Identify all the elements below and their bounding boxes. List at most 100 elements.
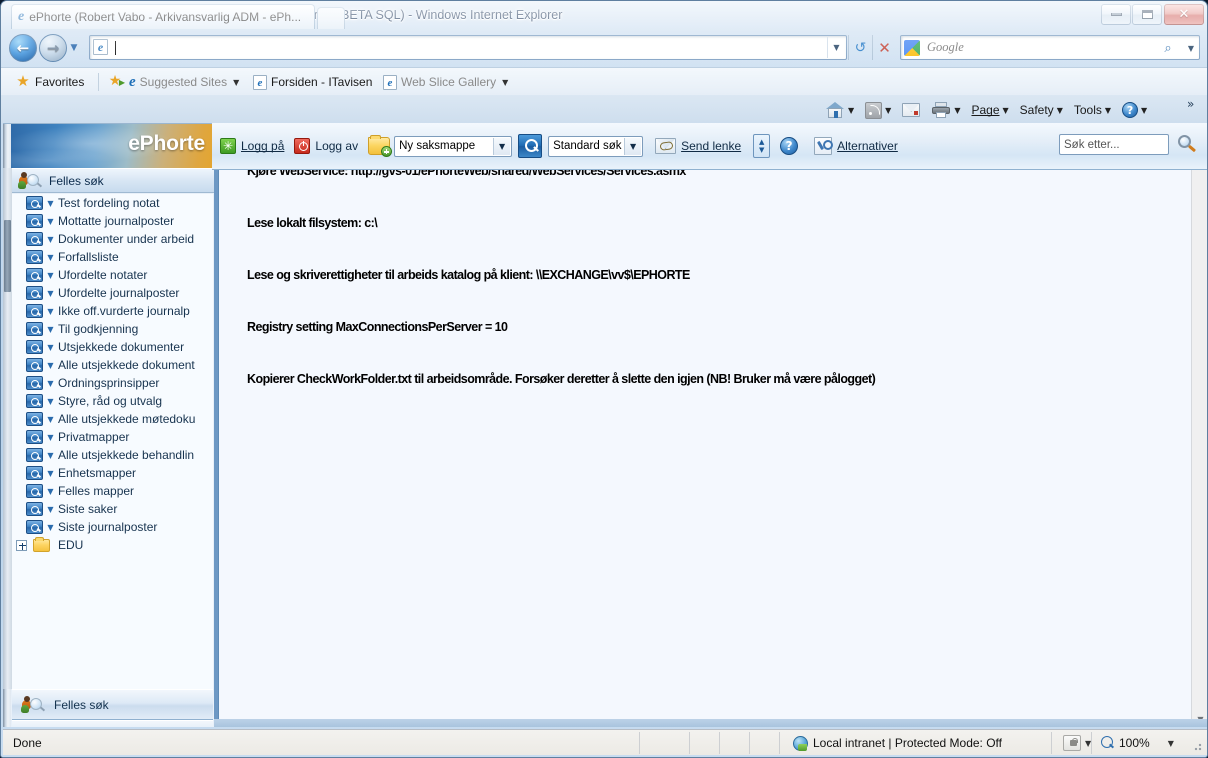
- search-button[interactable]: [518, 134, 543, 158]
- ephorte-search-input[interactable]: Søk etter...: [1059, 134, 1169, 155]
- search-node-icon[interactable]: [26, 214, 43, 228]
- tree-item[interactable]: ▼ Til godkjenning: [12, 320, 213, 338]
- tree-item[interactable]: ▼ Styre, råd og utvalg: [12, 392, 213, 410]
- help-menu[interactable]: ? ▼: [1118, 98, 1151, 122]
- safety-menu[interactable]: Safety ▼: [1016, 98, 1067, 122]
- minimize-button[interactable]: [1101, 4, 1131, 25]
- chevron-down-icon[interactable]: ▼: [46, 451, 55, 460]
- tree-item[interactable]: ▼ Utsjekkede dokumenter: [12, 338, 213, 356]
- tree-item[interactable]: ▼ Alle utsjekkede dokument: [12, 356, 213, 374]
- tree-item[interactable]: ▼ Alle utsjekkede møtedoku: [12, 410, 213, 428]
- search-input[interactable]: [925, 36, 1155, 59]
- tree-item[interactable]: ▼ Siste saker: [12, 500, 213, 518]
- forward-button[interactable]: →: [39, 34, 67, 62]
- send-lenke-button[interactable]: Send lenke: [653, 133, 749, 159]
- chevron-down-icon[interactable]: ▼: [46, 307, 55, 316]
- search-node-icon[interactable]: [26, 376, 43, 390]
- chevron-up-icon[interactable]: ▲: [759, 139, 764, 146]
- page-menu[interactable]: Page ▼: [967, 98, 1012, 122]
- tree-item[interactable]: ▼ Mottatte journalposter: [12, 212, 213, 230]
- stop-button[interactable]: ✕: [872, 35, 896, 60]
- tab-ephorte[interactable]: e ePhorte (Robert Vabo - Arkivansvarlig …: [11, 4, 315, 29]
- tree-item[interactable]: ▼ Siste journalposter: [12, 518, 213, 536]
- close-button[interactable]: ✕: [1164, 4, 1204, 25]
- search-node-icon[interactable]: [26, 466, 43, 480]
- tools-menu[interactable]: Tools ▼: [1070, 98, 1115, 122]
- tree-item[interactable]: ▼ Ufordelte journalposter: [12, 284, 213, 302]
- search-node-icon[interactable]: [26, 268, 43, 282]
- search-node-icon[interactable]: [26, 520, 43, 534]
- chevron-down-icon[interactable]: ▼: [759, 147, 764, 154]
- maximize-button[interactable]: [1132, 4, 1162, 25]
- chevron-down-icon[interactable]: ▼: [46, 289, 55, 298]
- search-node-icon[interactable]: [26, 484, 43, 498]
- search-node-icon[interactable]: [26, 448, 43, 462]
- search-icon[interactable]: ⌕: [1159, 39, 1177, 57]
- search-provider-dropdown[interactable]: ▼: [1186, 43, 1196, 53]
- magnifier-go-icon[interactable]: [1175, 133, 1197, 155]
- tree-item-edu[interactable]: EDU: [12, 536, 213, 554]
- search-node-icon[interactable]: [26, 286, 43, 300]
- chevron-down-icon[interactable]: ▼: [46, 325, 55, 334]
- favorites-add-to-bar-button[interactable]: ★: [107, 72, 125, 92]
- search-node-icon[interactable]: [26, 232, 43, 246]
- chevron-down-icon[interactable]: ▼: [46, 415, 55, 424]
- chevron-down-icon[interactable]: ▼: [46, 469, 55, 478]
- tree-item[interactable]: ▼ Dokumenter under arbeid: [12, 230, 213, 248]
- address-input[interactable]: [114, 36, 714, 59]
- chevron-down-icon[interactable]: ▼: [46, 487, 55, 496]
- new-folder-type-select[interactable]: Ny saksmappe ▼: [394, 135, 513, 157]
- chevron-down-icon[interactable]: ▼: [46, 271, 55, 280]
- search-node-icon[interactable]: [26, 196, 43, 210]
- help-button[interactable]: ?: [778, 133, 812, 159]
- tree-item[interactable]: ▼ Felles mapper: [12, 482, 213, 500]
- logg-av-button[interactable]: Logg av: [292, 133, 366, 159]
- search-node-icon[interactable]: [26, 502, 43, 516]
- tree-item[interactable]: ▼ Enhetsmapper: [12, 464, 213, 482]
- search-node-icon[interactable]: [26, 412, 43, 426]
- read-mail-button[interactable]: [898, 98, 924, 122]
- new-folder-button[interactable]: [366, 133, 394, 159]
- address-dropdown-button[interactable]: ▼: [827, 37, 845, 58]
- search-type-select[interactable]: Standard søk ▼: [548, 135, 644, 157]
- print-button[interactable]: ▼: [927, 98, 964, 122]
- search-node-icon[interactable]: [26, 394, 43, 408]
- chevron-down-icon[interactable]: ▼: [46, 433, 55, 442]
- chevron-down-icon[interactable]: ▼: [46, 217, 55, 226]
- search-node-icon[interactable]: [26, 322, 43, 336]
- chevron-down-icon[interactable]: ▼: [624, 137, 642, 155]
- tree-item[interactable]: ▼ Forfallsliste: [12, 248, 213, 266]
- tree-item[interactable]: ▼ Ordningsprinsipper: [12, 374, 213, 392]
- chevron-down-icon[interactable]: ▼: [46, 505, 55, 514]
- sidebar-scrollbar-thumb[interactable]: [4, 220, 11, 292]
- alternativer-button[interactable]: Alternativer: [812, 133, 906, 159]
- search-node-icon[interactable]: [26, 250, 43, 264]
- tree-item[interactable]: ▼ Privatmapper: [12, 428, 213, 446]
- privacy-report-button[interactable]: ▼: [1063, 734, 1091, 752]
- search-box[interactable]: ⌕ ▼: [900, 35, 1200, 60]
- scroll-stepper[interactable]: ▲ ▼: [753, 134, 771, 158]
- recent-pages-button[interactable]: ▼: [67, 41, 81, 55]
- chevron-down-icon[interactable]: ▼: [46, 199, 55, 208]
- new-tab-button[interactable]: [317, 7, 345, 29]
- zoom-control[interactable]: 100% ▼: [1101, 735, 1174, 751]
- tree-item[interactable]: ▼ Ikke off.vurderte journalp: [12, 302, 213, 320]
- address-bar[interactable]: e ▼: [89, 35, 847, 60]
- chevron-down-icon[interactable]: ▼: [46, 253, 55, 262]
- fav-forsiden-itavisen[interactable]: e Forsiden - ITavisen: [253, 72, 372, 92]
- chevron-down-icon[interactable]: ▼: [46, 379, 55, 388]
- tree-item[interactable]: ▼ Alle utsjekkede behandlin: [12, 446, 213, 464]
- chevron-down-icon[interactable]: ▼: [493, 137, 511, 155]
- tree-item[interactable]: ▼ Ufordelte notater: [12, 266, 213, 284]
- chevron-down-icon[interactable]: ▼: [46, 235, 55, 244]
- search-node-icon[interactable]: [26, 304, 43, 318]
- expand-plus-icon[interactable]: [16, 539, 27, 551]
- content-scrollbar[interactable]: ▲ ▼: [1191, 124, 1207, 727]
- favorites-button[interactable]: ★ Favorites: [15, 72, 84, 92]
- search-node-icon[interactable]: [26, 340, 43, 354]
- back-button[interactable]: ←: [9, 34, 37, 62]
- search-node-icon[interactable]: [26, 430, 43, 444]
- search-node-icon[interactable]: [26, 358, 43, 372]
- resize-grip[interactable]: [1191, 740, 1203, 752]
- home-button[interactable]: ▼: [821, 98, 858, 122]
